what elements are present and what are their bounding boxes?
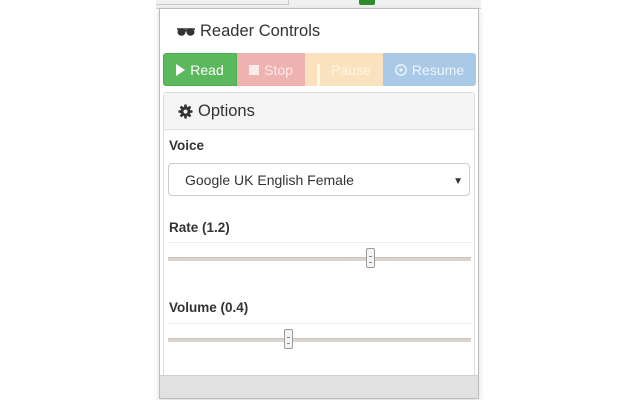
popup-footer: [160, 375, 478, 398]
gear-icon: [178, 103, 193, 119]
volume-slider-track: [168, 338, 471, 342]
play-circle-icon: [395, 63, 407, 76]
extension-icon[interactable]: [359, 0, 375, 5]
voice-selected-value: Google UK English Female: [185, 171, 354, 188]
pause-button-label: Pause: [331, 61, 371, 78]
rate-label: Rate (1.2): [169, 220, 230, 235]
page-title: Reader Controls: [200, 21, 321, 40]
voice-label: Voice: [169, 138, 205, 153]
pause-icon: [317, 64, 326, 86]
glasses-icon: [177, 28, 195, 36]
resume-button-label: Resume: [411, 61, 465, 78]
options-title: Options: [198, 101, 255, 120]
volume-slider-thumb[interactable]: [284, 329, 294, 349]
resume-button[interactable]: Resume: [383, 53, 476, 86]
rate-slider[interactable]: [168, 242, 471, 275]
stop-button-label: Stop: [264, 61, 293, 78]
reader-popup: Reader Controls Read Stop Pause Resume O…: [159, 8, 479, 399]
playback-controls: Read Stop Pause Resume: [163, 53, 476, 86]
options-panel: Options Voice Google UK English Female ▼…: [163, 92, 475, 382]
chevron-down-icon: ▼: [453, 176, 463, 187]
voice-select[interactable]: Google UK English Female ▼: [168, 163, 470, 196]
play-icon: [176, 63, 186, 76]
rate-slider-track: [168, 257, 471, 261]
reader-controls-header: Reader Controls: [160, 9, 478, 53]
read-button-label: Read: [190, 61, 224, 78]
pause-button[interactable]: Pause: [305, 53, 383, 86]
browser-tab-fragment: [156, 0, 289, 5]
stop-button[interactable]: Stop: [237, 53, 305, 86]
stop-icon: [249, 64, 260, 75]
rate-slider-thumb[interactable]: [366, 248, 375, 268]
volume-slider[interactable]: [168, 323, 471, 356]
read-button[interactable]: Read: [163, 53, 237, 86]
volume-label: Volume (0.4): [169, 300, 249, 315]
options-header: Options: [164, 93, 474, 130]
